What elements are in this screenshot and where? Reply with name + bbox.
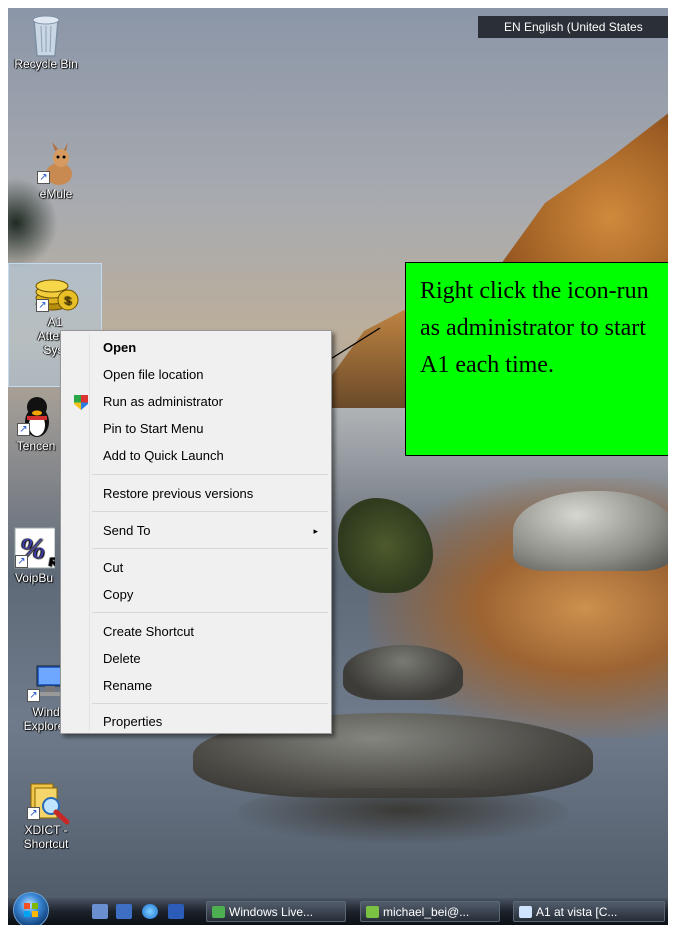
taskbar-button-label: michael_bei@... [383,905,470,919]
uac-shield-icon [74,395,88,410]
menu-item-label: Delete [103,651,141,666]
svg-text:$: $ [65,295,71,307]
menu-separator [92,548,328,549]
show-desktop-icon[interactable] [92,904,108,919]
menu-item-label: Add to Quick Launch [103,448,224,463]
menu-separator [92,474,328,475]
menu-item-cut[interactable]: Cut [64,556,328,580]
submenu-arrow-icon: ▸ [313,526,318,536]
gold-coins-icon: $ ↗ [34,270,79,312]
menu-item-label: Properties [103,714,163,729]
desktop-icon-xdict[interactable]: ↗ XDICT - Shortcut [8,778,86,851]
voipbuster-logo-icon: % R ↗ [13,526,58,569]
menu-item-restore-previous-versions[interactable]: Restore previous versions [64,482,328,506]
shortcut-arrow-icon: ↗ [36,299,49,312]
svg-text:R: R [49,555,55,569]
internet-explorer-icon[interactable] [142,904,158,919]
document-window-icon [519,906,532,918]
menu-item-label: Copy [103,587,134,602]
menu-separator [92,511,328,512]
menu-item-open[interactable]: Open [64,336,328,360]
taskbar-button-label: A1 at vista [C... [536,905,618,919]
callout-text: Right click the icon-run as administrato… [420,278,649,378]
taskbar-button-a1-at-vista[interactable]: A1 at vista [C... [513,901,665,922]
menu-item-label: Pin to Start Menu [103,421,204,436]
menu-item-label: Create Shortcut [103,624,195,639]
shortcut-arrow-icon: ↗ [15,555,28,568]
menu-item-open-file-location[interactable]: Open file location [64,363,328,387]
menu-separator [92,703,328,704]
desktop-icon-label: Recycle Bin [14,57,78,71]
menu-item-pin-to-start-menu[interactable]: Pin to Start Menu [64,417,328,441]
rock [343,645,463,700]
instruction-callout: Right click the icon-run as administrato… [405,262,668,456]
menu-item-create-shortcut[interactable]: Create Shortcut [64,620,328,644]
recycle-bin-icon [25,12,67,57]
switch-windows-icon[interactable] [116,904,132,919]
menu-item-properties[interactable]: Properties [64,710,328,734]
menu-item-label: Open file location [103,367,204,382]
xdict-dictionary-icon: ↗ [25,778,70,825]
desktop-icon-label-line: Shortcut [23,837,69,851]
desktop-icon-label-line: A1 [47,315,63,329]
messenger-icon [366,906,379,918]
desktop-icon-label: eMule [39,187,73,201]
menu-item-send-to[interactable]: Send To ▸ [64,519,328,543]
menu-item-label: Run as administrator [103,394,223,409]
menu-item-label: Send To [103,523,151,538]
emule-mule-icon: ↗ [35,142,77,185]
taskbar-button-label: Windows Live... [229,905,314,919]
start-button[interactable] [13,892,49,925]
menu-item-rename[interactable]: Rename [64,674,328,698]
shortcut-arrow-icon: ↗ [37,171,50,184]
menu-separator [92,612,328,613]
quick-launch-app-icon[interactable] [168,904,184,919]
menu-item-delete[interactable]: Delete [64,647,328,671]
language-bar-label: EN English (United States [504,20,643,34]
language-bar[interactable]: EN English (United States [478,16,668,38]
desktop-icon-recycle-bin[interactable]: Recycle Bin [8,12,86,71]
menu-item-label: Open [103,340,137,355]
taskbar-button-windows-live[interactable]: Windows Live... [206,901,346,922]
rock [513,491,668,571]
shortcut-arrow-icon: ↗ [27,689,40,702]
menu-item-copy[interactable]: Copy [64,583,328,607]
shortcut-arrow-icon: ↗ [27,807,40,820]
menu-item-run-as-administrator[interactable]: Run as administrator [64,390,328,414]
rock-reflection [238,788,568,843]
windows-live-icon [212,906,225,918]
desktop[interactable]: EN English (United States Recycle Bin ↗ [8,8,668,925]
windows-logo-icon [24,903,38,917]
menu-item-label: Cut [103,560,124,575]
desktop-icon-emule[interactable]: ↗ eMule [16,142,96,201]
menu-item-label: Restore previous versions [103,486,254,501]
taskbar: Windows Live... michael_bei@... A1 at vi… [8,892,668,925]
context-menu: Open Open file location Run as administr… [60,330,332,734]
menu-item-label: Rename [103,678,153,693]
taskbar-button-messenger[interactable]: michael_bei@... [360,901,500,922]
shortcut-arrow-icon: ↗ [17,423,30,436]
penguin-icon: ↗ [15,394,57,437]
menu-item-add-to-quick-launch[interactable]: Add to Quick Launch [64,444,328,468]
